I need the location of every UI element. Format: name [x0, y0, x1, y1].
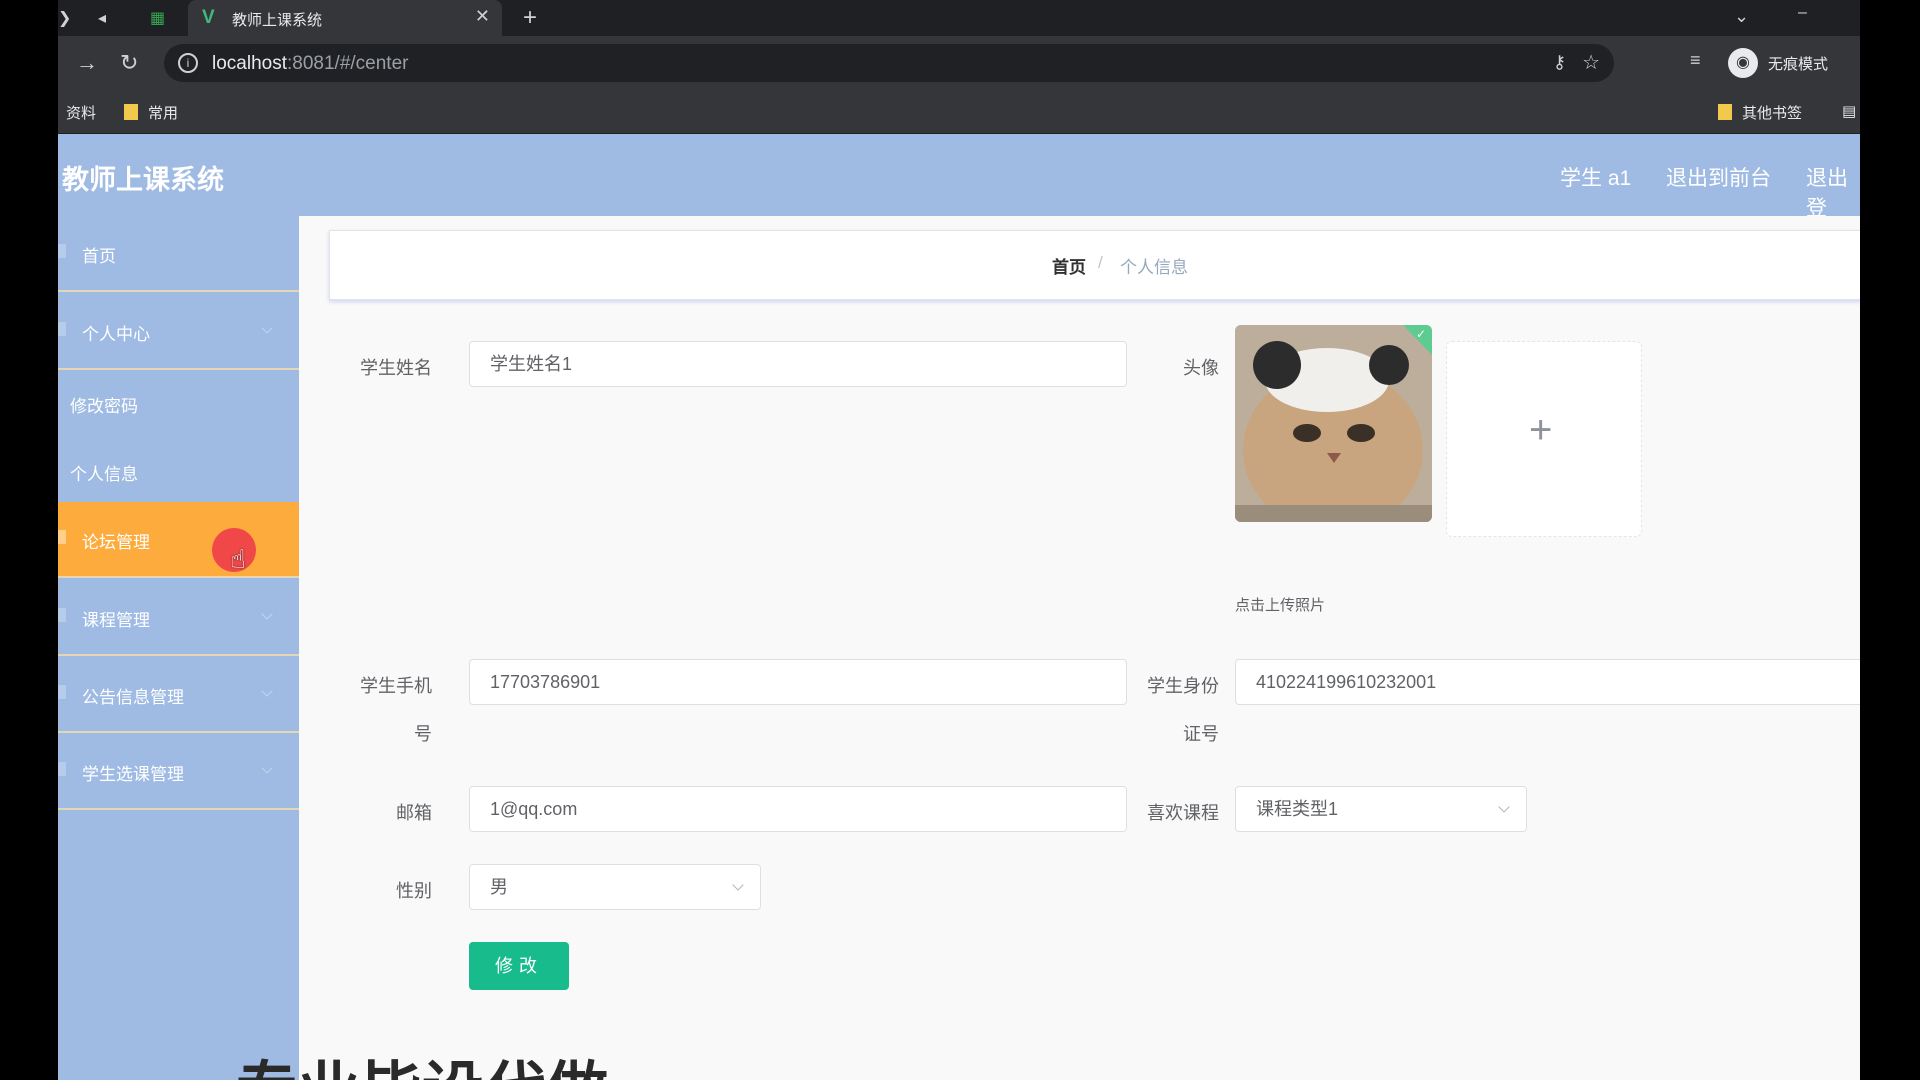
- phone-label-cont: 号: [414, 724, 432, 744]
- favorite-course-value: 课程类型1: [1256, 799, 1339, 819]
- reading-list-icon[interactable]: ≡: [1690, 50, 1701, 71]
- folder-icon: [124, 104, 138, 120]
- notice-icon: [58, 685, 66, 699]
- sidebar: 首页 个人中心 修改密码 个人信息 论坛管理 课程管理 公告信息管理 学生选课管…: [58, 216, 299, 1080]
- phone-label: 学生手机: [360, 676, 432, 696]
- sidebar-item-personal-center[interactable]: 个人中心: [58, 294, 299, 370]
- sidebar-item-forum[interactable]: 论坛管理: [58, 502, 299, 578]
- sidebar-item-label: 个人信息: [70, 465, 138, 484]
- url-text: localhost:8081/#/center: [212, 53, 409, 74]
- sidebar-item-label: 个人中心: [82, 325, 150, 344]
- bookmark-item[interactable]: 资料: [66, 102, 96, 123]
- check-icon: ✓: [1415, 327, 1426, 341]
- upload-hint: 点击上传照片: [1235, 597, 1326, 614]
- sidebar-item-course-selection[interactable]: 学生选课管理: [58, 734, 299, 810]
- gender-value: 男: [490, 877, 508, 897]
- minimize-icon[interactable]: –: [1798, 4, 1807, 22]
- chevron-down-icon: [261, 608, 273, 620]
- bookmarks-bar: 资料 常用 其他书签 ▤: [58, 92, 1860, 134]
- exit-to-front-link[interactable]: 退出到前台: [1666, 162, 1771, 192]
- sheets-icon[interactable]: ▦: [150, 8, 165, 28]
- avatar-label: 头像: [1183, 358, 1219, 378]
- breadcrumb-separator: /: [1098, 253, 1103, 272]
- sidebar-item-label: 修改密码: [70, 397, 138, 416]
- site-info-icon[interactable]: i: [178, 53, 198, 73]
- chevron-down-icon: [1498, 801, 1510, 813]
- tab-search-icon[interactable]: ⌄: [1734, 6, 1749, 27]
- gender-select[interactable]: 男: [469, 864, 761, 910]
- incognito-label: 无痕模式: [1768, 56, 1829, 73]
- star-icon[interactable]: ☆: [1582, 50, 1600, 75]
- id-card-field[interactable]: 410224199610232001: [1235, 659, 1860, 705]
- submit-button[interactable]: 修改: [469, 942, 569, 990]
- forward-icon[interactable]: →: [76, 50, 98, 76]
- name-label: 学生姓名: [360, 358, 432, 378]
- sidebar-item-change-password[interactable]: 修改密码: [58, 370, 299, 436]
- vue-logo-icon: V: [202, 7, 215, 28]
- bookmark-folder[interactable]: 常用: [124, 102, 178, 123]
- chevron-down-icon: [261, 762, 273, 774]
- screen: ❯ ◂ ▦ V 教师上课系统 ✕ + ⌄ – → ↻ i localhost:8…: [58, 0, 1860, 1080]
- sidebar-item-label: 公告信息管理: [82, 688, 184, 707]
- phone-field[interactable]: 17703786901: [469, 659, 1127, 705]
- email-label: 邮箱: [396, 803, 432, 823]
- address-bar-row: → ↻ i localhost:8081/#/center ⚷ ☆ ≡ ◉ 无痕…: [58, 36, 1860, 92]
- favorite-course-select[interactable]: 课程类型1: [1235, 786, 1527, 832]
- sidebar-item-personal-info[interactable]: 个人信息: [58, 438, 299, 504]
- user-icon: [58, 322, 66, 336]
- app-title: 教师上课系统: [62, 165, 224, 195]
- plus-icon: +: [1529, 408, 1553, 452]
- sidebar-item-label: 课程管理: [82, 611, 150, 630]
- favorite-course-label: 喜欢课程: [1147, 803, 1219, 823]
- name-field[interactable]: 学生姓名1: [469, 341, 1127, 387]
- avatar-image: [1235, 325, 1432, 522]
- avatar[interactable]: ✓: [1235, 325, 1432, 522]
- home-icon: [58, 244, 66, 258]
- sidebar-item-label: 学生选课管理: [82, 765, 184, 784]
- app-header: 教师上课系统 学生 a1 退出到前台 退出登: [58, 134, 1860, 220]
- breadcrumb: 首页 / 个人信息: [329, 230, 1860, 300]
- side-panel-icon[interactable]: ▤: [1842, 102, 1856, 120]
- other-bookmarks-folder[interactable]: 其他书签: [1718, 102, 1802, 123]
- upload-avatar-button[interactable]: +: [1446, 341, 1642, 537]
- id-card-label: 学生身份: [1147, 676, 1219, 696]
- url-input[interactable]: i localhost:8081/#/center ⚷ ☆: [164, 44, 1614, 82]
- breadcrumb-home[interactable]: 首页: [1052, 253, 1086, 278]
- sidebar-item-home[interactable]: 首页: [58, 216, 299, 292]
- incognito-icon[interactable]: ◉: [1728, 48, 1758, 78]
- active-tab[interactable]: V 教师上课系统 ✕: [188, 0, 502, 36]
- new-tab-icon[interactable]: +: [523, 4, 537, 32]
- current-user: 学生 a1: [1560, 167, 1632, 190]
- gender-label: 性别: [396, 881, 432, 901]
- forum-icon: [58, 530, 66, 544]
- hand-cursor-icon: ☝: [230, 544, 246, 574]
- sidebar-item-course[interactable]: 课程管理: [58, 580, 299, 656]
- id-card-label-cont: 证号: [1183, 724, 1219, 744]
- close-tab-icon[interactable]: ✕: [475, 6, 490, 27]
- browser-tab-strip: ❯ ◂ ▦ V 教师上课系统 ✕ + ⌄ –: [58, 0, 1860, 36]
- sidebar-item-label: 论坛管理: [82, 533, 150, 552]
- sidebar-item-label: 首页: [82, 247, 116, 266]
- tab-title: 教师上课系统: [232, 12, 323, 29]
- key-icon[interactable]: ⚷: [1553, 52, 1566, 73]
- logout-link[interactable]: 退出登: [1806, 162, 1860, 222]
- chevron-up-icon: [261, 322, 273, 334]
- reload-icon[interactable]: ↻: [120, 50, 138, 76]
- video-caption: 专业毕设代做: [236, 1040, 608, 1080]
- email-field[interactable]: 1@qq.com: [469, 786, 1127, 832]
- user-icon: [58, 762, 66, 776]
- sidebar-item-notice[interactable]: 公告信息管理: [58, 657, 299, 733]
- back-history-icon[interactable]: ❯: [58, 8, 71, 28]
- chevron-down-icon: [261, 685, 273, 697]
- list-icon: [58, 608, 66, 622]
- breadcrumb-current: 个人信息: [1120, 258, 1188, 277]
- folder-icon: [1718, 104, 1732, 120]
- mute-icon[interactable]: ◂: [98, 8, 106, 28]
- chevron-down-icon: [732, 879, 744, 891]
